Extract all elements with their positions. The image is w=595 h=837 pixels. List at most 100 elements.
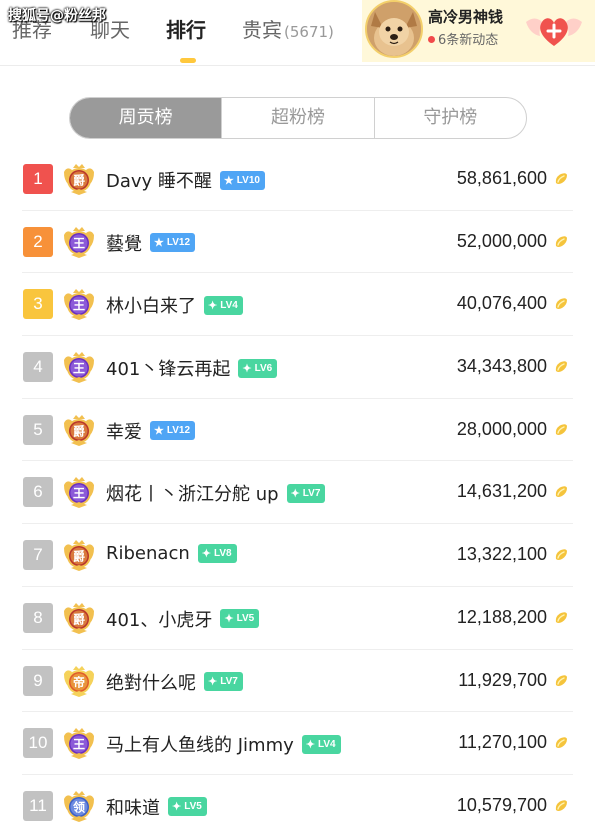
ranking-row-4[interactable]: 4 王 401丶锋云再起 ✦ LV6 34,343,800 <box>0 336 595 399</box>
ranking-row-11[interactable]: 11 领 和味道 ✦ LV5 10,579,700 <box>0 775 595 837</box>
winged-heart-icon <box>526 18 582 46</box>
segment-super-fans[interactable]: 超粉榜 <box>221 98 373 138</box>
user-name: 401、小虎牙 <box>106 609 213 631</box>
ranking-row-2[interactable]: 2 王 藝覺 ★ LV12 52,000,000 <box>0 211 595 274</box>
user-name-line: 和味道 ✦ LV5 <box>106 794 207 820</box>
coin-icon <box>555 737 567 749</box>
coin-icon <box>555 486 567 498</box>
coin-icon <box>555 612 567 623</box>
ranking-row-9[interactable]: 9 帝 绝對什么呢 ✦ LV7 11,929,700 <box>0 650 595 713</box>
sparkle-icon: ✦ <box>208 676 218 688</box>
svg-text:王: 王 <box>73 487 85 501</box>
user-name: 烟花丨丶浙江分舵 up <box>106 484 279 506</box>
ranking-row-6[interactable]: 6 王 烟花丨丶浙江分舵 up ✦ LV7 14,631,200 <box>0 461 595 524</box>
ranking-row-1[interactable]: 1 爵 Davy 睡不醒 ★ LV10 58,861,600 <box>0 148 595 211</box>
sparkle-icon: ✦ <box>208 299 218 312</box>
sparkle-icon: ✦ <box>201 548 211 561</box>
host-avatar[interactable] <box>365 0 423 58</box>
user-name-line: 幸爱 ★ LV12 <box>106 418 196 444</box>
noble-badge-gold-icon: 爵 <box>62 413 96 447</box>
segment-weekly[interactable]: 周贡榜 <box>70 98 222 138</box>
rank-number: 1 <box>23 164 53 194</box>
contribution-score: 14,631,200 <box>456 481 547 502</box>
svg-text:王: 王 <box>73 738 85 752</box>
coin-icon <box>555 800 567 811</box>
user-name-line: Ribenacn ✦ LV8 <box>106 543 237 564</box>
contribution-score: 28,000,000 <box>456 418 547 439</box>
coin-icon <box>555 549 567 561</box>
level-badge: ✦ LV7 <box>286 483 326 503</box>
level-badge: ★ LV12 <box>150 233 196 253</box>
user-name-line: 林小白来了 ✦ LV4 <box>106 292 243 318</box>
contribution-score: 13,322,100 <box>456 544 547 565</box>
host-card[interactable]: 高冷男神钱 6条新动态 <box>362 0 595 62</box>
level-text: LV4 <box>220 299 238 311</box>
rank-number: 7 <box>23 540 53 571</box>
noble-badge-gold-icon: 爵 <box>62 162 96 196</box>
user-name-line: 绝對什么呢 ✦ LV7 <box>106 669 243 695</box>
svg-text:王: 王 <box>73 299 85 313</box>
watermark: 搜狐号@粉丝邦 <box>8 8 106 24</box>
king-badge-purple-icon: 王 <box>62 287 96 321</box>
svg-text:爵: 爵 <box>73 611 85 626</box>
host-dynamic-status[interactable]: 6条新动态 <box>428 29 498 48</box>
segment-guardians[interactable]: 守护榜 <box>373 98 526 138</box>
level-badge: ✦ LV5 <box>168 797 207 817</box>
rank-number: 6 <box>23 477 53 508</box>
king-badge-purple-icon: 王 <box>62 726 96 760</box>
guard-heart-button[interactable] <box>522 8 586 52</box>
level-badge: ✦ LV4 <box>204 295 243 315</box>
level-badge: ★ LV12 <box>150 421 196 441</box>
ranking-row-5[interactable]: 5 爵 幸爱 ★ LV12 28,000,000 <box>0 399 595 462</box>
svg-text:爵: 爵 <box>73 173 85 188</box>
user-name-line: Davy 睡不醒 ★ LV10 <box>106 167 265 193</box>
ranking-list: 1 爵 Davy 睡不醒 ★ LV10 58,861,600 2 王 藝覺 ★ LV… <box>0 148 595 837</box>
rank-number: 4 <box>23 352 53 383</box>
ranking-row-10[interactable]: 10 王 马上有人鱼线的 Jimmy ✦ LV4 11,270,100 <box>0 712 595 775</box>
level-text: LV6 <box>254 362 273 374</box>
emperor-badge-orange-icon: 帝 <box>62 664 96 698</box>
king-badge-purple-icon: 王 <box>62 225 96 259</box>
star-icon: ★ <box>223 174 234 187</box>
coin-icon <box>555 235 567 247</box>
contribution-score: 10,579,700 <box>456 794 547 815</box>
rank-number: 10 <box>23 728 53 759</box>
red-dot-icon <box>428 36 435 43</box>
user-name-line: 401丶锋云再起 ✦ LV6 <box>106 355 278 381</box>
contribution-score: 40,076,400 <box>456 293 547 314</box>
coin-icon <box>555 173 567 184</box>
user-name-line: 烟花丨丶浙江分舵 up ✦ LV7 <box>106 480 326 506</box>
user-name: 401丶锋云再起 <box>106 359 231 381</box>
rank-number: 11 <box>23 790 53 821</box>
tab-vip-label: 贵宾 <box>242 18 282 42</box>
rank-number: 3 <box>23 289 53 320</box>
user-name: 藝覺 <box>106 233 142 255</box>
user-name: 幸爱 <box>106 421 142 443</box>
top-header: 搜狐号@粉丝邦 推荐 聊天 排行 贵宾 (5671) 高冷男神钱 6条新动态 <box>0 0 595 66</box>
tab-vip[interactable]: 贵宾 (5671) <box>242 14 334 43</box>
contribution-score: 11,270,100 <box>458 732 547 753</box>
tab-ranking[interactable]: 排行 <box>166 14 206 43</box>
svg-text:爵: 爵 <box>73 549 85 564</box>
rank-number: 9 <box>23 665 53 696</box>
noble-badge-gold-icon: 爵 <box>62 538 96 572</box>
user-name-line: 藝覺 ★ LV12 <box>106 230 196 256</box>
king-badge-purple-icon: 王 <box>62 475 96 509</box>
level-text: LV8 <box>213 548 232 560</box>
rank-number: 2 <box>23 226 53 257</box>
ranking-row-8[interactable]: 8 爵 401、小虎牙 ✦ LV5 12,188,200 <box>0 587 595 650</box>
level-text: LV7 <box>220 676 238 687</box>
contribution-score: 58,861,600 <box>456 168 547 188</box>
star-icon: ★ <box>154 237 164 250</box>
user-name: 绝對什么呢 <box>106 672 196 694</box>
level-text: LV5 <box>184 801 202 813</box>
user-name-line: 401、小虎牙 ✦ LV5 <box>106 606 260 632</box>
host-name: 高冷男神钱 <box>428 8 504 26</box>
user-name: Davy 睡不醒 <box>106 171 212 192</box>
ranking-row-7[interactable]: 7 爵 Ribenacn ✦ LV8 13,322,100 <box>0 524 595 587</box>
level-text: LV4 <box>317 738 336 750</box>
ranking-row-3[interactable]: 3 王 林小白来了 ✦ LV4 40,076,400 <box>0 273 595 336</box>
user-name: 和味道 <box>106 797 160 819</box>
level-badge: ✦ LV6 <box>238 358 278 378</box>
coin-icon <box>555 423 567 435</box>
